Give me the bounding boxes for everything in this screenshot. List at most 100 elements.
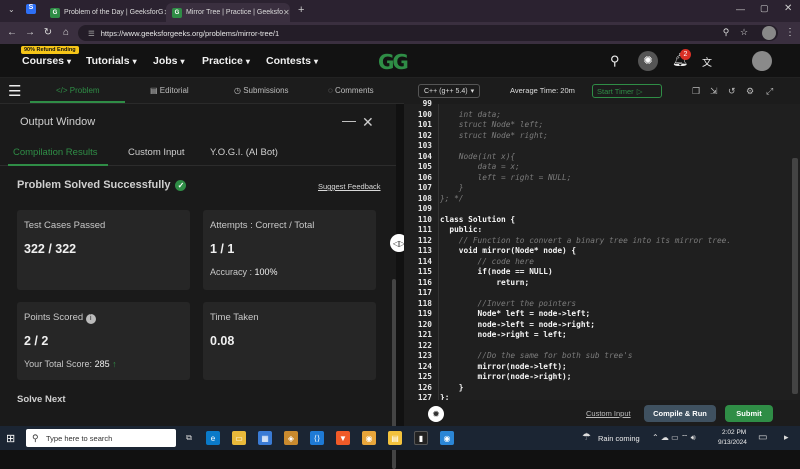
- bookmark-star-icon[interactable]: ☆: [738, 27, 750, 38]
- tab-compilation-results[interactable]: Compilation Results: [13, 147, 97, 158]
- maximize-icon[interactable]: ▢: [760, 3, 769, 14]
- user-avatar[interactable]: [752, 51, 772, 71]
- submit-button[interactable]: Submit: [725, 405, 773, 422]
- code-editor[interactable]: 99 100 int data; 101 struct Node* left; 102…: [404, 99, 800, 402]
- code-line[interactable]: 105 data = x;: [404, 162, 800, 173]
- nav-contests[interactable]: Contests ▾: [266, 55, 318, 67]
- tab-custom-input[interactable]: Custom Input: [128, 147, 185, 158]
- code-line[interactable]: 120 node->left = node->right;: [404, 320, 800, 331]
- clock-date[interactable]: 9/13/2024: [718, 439, 747, 446]
- code-line[interactable]: 115 if(node == NULL): [404, 267, 800, 278]
- clock-time[interactable]: 2:02 PM: [722, 429, 746, 436]
- new-tab-button[interactable]: +: [298, 4, 304, 16]
- chevron-up-icon[interactable]: ▸: [784, 432, 789, 443]
- language-select[interactable]: C++ (g++ 5.4) ▾: [418, 84, 480, 98]
- reset-icon[interactable]: ↺: [728, 86, 736, 97]
- close-icon[interactable]: ✕: [283, 8, 290, 17]
- grid-icon[interactable]: S: [26, 4, 36, 14]
- back-icon[interactable]: ←: [6, 27, 18, 38]
- notes-icon[interactable]: ▤: [388, 431, 402, 445]
- editor-scrollbar[interactable]: [792, 158, 798, 394]
- code-line[interactable]: 118 //Invert the pointers: [404, 299, 800, 310]
- minimize-icon[interactable]: —: [736, 4, 745, 14]
- tab-mirror-tree[interactable]: G Mirror Tree | Practice | Geeksfo ✕: [166, 3, 290, 22]
- copy-icon[interactable]: ❐: [692, 86, 700, 97]
- code-line[interactable]: 117: [404, 288, 800, 299]
- ide-icon[interactable]: ▮: [414, 431, 428, 445]
- settings-icon[interactable]: ⚙: [746, 86, 754, 97]
- app-icon[interactable]: ◈: [284, 431, 298, 445]
- code-line[interactable]: 108}; */: [404, 194, 800, 205]
- browser-menu-icon[interactable]: ⌄: [8, 5, 15, 14]
- fullscreen-icon[interactable]: ⤢: [766, 86, 773, 97]
- nav-courses[interactable]: Courses ▾: [22, 55, 71, 67]
- code-line[interactable]: 104 Node(int x){: [404, 152, 800, 163]
- minimize-panel-icon[interactable]: —: [342, 112, 356, 128]
- suggest-feedback-link[interactable]: Suggest Feedback: [318, 182, 381, 191]
- weather-text[interactable]: Rain coming: [598, 434, 640, 443]
- code-line[interactable]: 109: [404, 204, 800, 215]
- home-icon[interactable]: ⌂: [60, 27, 72, 38]
- code-line[interactable]: 121 node->right = left;: [404, 330, 800, 341]
- hamburger-icon[interactable]: ☰: [8, 82, 21, 100]
- notification-center-icon[interactable]: ▭: [758, 432, 767, 443]
- compile-run-button[interactable]: Compile & Run: [644, 405, 716, 422]
- code-line[interactable]: 99: [404, 99, 800, 110]
- chrome-icon[interactable]: ◉: [362, 431, 376, 445]
- store-icon[interactable]: ▦: [258, 431, 272, 445]
- close-panel-icon[interactable]: ✕: [362, 114, 374, 131]
- theme-toggle-icon[interactable]: ✺: [638, 51, 658, 71]
- code-line[interactable]: 123 //Do the same for both sub tree's: [404, 351, 800, 362]
- profile-avatar[interactable]: [762, 26, 776, 40]
- code-line[interactable]: 110 class Solution {: [404, 215, 800, 226]
- tab-problem-of-day[interactable]: G Problem of the Day | GeeksforG ✕: [44, 3, 166, 22]
- system-tray-icons[interactable]: ⌃ ☁ ▭ ⌔ 🔊︎: [652, 433, 696, 443]
- more-menu-icon[interactable]: ⋮: [784, 27, 796, 38]
- code-line[interactable]: 122: [404, 341, 800, 352]
- code-line[interactable]: 125 mirror(node->right);: [404, 372, 800, 383]
- nav-practice[interactable]: Practice ▾: [202, 55, 250, 67]
- code-line[interactable]: 126 }: [404, 383, 800, 394]
- close-window-icon[interactable]: ✕: [784, 3, 792, 14]
- search-icon[interactable]: ⚲: [610, 53, 620, 69]
- tab-problem[interactable]: </> Problem: [56, 86, 100, 95]
- translate-icon[interactable]: 文: [702, 54, 712, 69]
- code-line[interactable]: 111 public:: [404, 225, 800, 236]
- brave-icon[interactable]: ▼: [336, 431, 350, 445]
- code-line[interactable]: 103: [404, 141, 800, 152]
- vscode-icon[interactable]: ⟨⟩: [310, 431, 324, 445]
- code-line[interactable]: 107 }: [404, 183, 800, 194]
- custom-input-link[interactable]: Custom Input: [586, 409, 631, 418]
- url-input[interactable]: ☰ https://www.geeksforgeeks.org/problems…: [78, 25, 778, 41]
- tab-submissions[interactable]: ◷ Submissions: [234, 86, 289, 95]
- tab-yogi-ai-bot[interactable]: Y.O.G.I. (AI Bot): [210, 147, 278, 158]
- task-view-icon[interactable]: ⧉: [182, 431, 196, 445]
- windows-start-icon[interactable]: ⊞: [6, 432, 15, 445]
- info-icon[interactable]: i: [85, 314, 96, 324]
- nav-tutorials[interactable]: Tutorials ▾: [86, 55, 137, 67]
- code-line[interactable]: 124 mirror(node->left);: [404, 362, 800, 373]
- reload-icon[interactable]: ↻: [42, 27, 54, 38]
- lightbulb-icon[interactable]: ✹: [428, 406, 444, 422]
- code-line[interactable]: 116 return;: [404, 278, 800, 289]
- code-line[interactable]: 100 int data;: [404, 110, 800, 121]
- start-timer-button[interactable]: Start Timer ▷: [592, 84, 662, 98]
- zoom-icon[interactable]: ⚲: [720, 27, 732, 38]
- code-line[interactable]: 112 // Function to convert a binary tree…: [404, 236, 800, 247]
- code-line[interactable]: 119 Node* left = node->left;: [404, 309, 800, 320]
- site-info-icon[interactable]: ☰: [88, 29, 95, 38]
- taskbar-search[interactable]: ⚲ Type here to search: [26, 429, 176, 447]
- gfg-logo[interactable]: GG: [378, 50, 409, 74]
- edge-icon[interactable]: e: [206, 431, 220, 445]
- file-explorer-icon[interactable]: ▭: [232, 431, 246, 445]
- tab-editorial[interactable]: ▤ Editorial: [150, 86, 189, 95]
- chrome-active-icon[interactable]: ◉: [440, 431, 454, 445]
- code-line[interactable]: 114 // code here: [404, 257, 800, 268]
- nav-jobs[interactable]: Jobs ▾: [153, 55, 185, 67]
- forward-icon[interactable]: →: [24, 27, 36, 38]
- code-line[interactable]: 101 struct Node* left;: [404, 120, 800, 131]
- code-line[interactable]: 102 struct Node* right;: [404, 131, 800, 142]
- code-line[interactable]: 106 left = right = NULL;: [404, 173, 800, 184]
- export-icon[interactable]: ⇲: [710, 86, 718, 97]
- code-line[interactable]: 113 void mirror(Node* node) {: [404, 246, 800, 257]
